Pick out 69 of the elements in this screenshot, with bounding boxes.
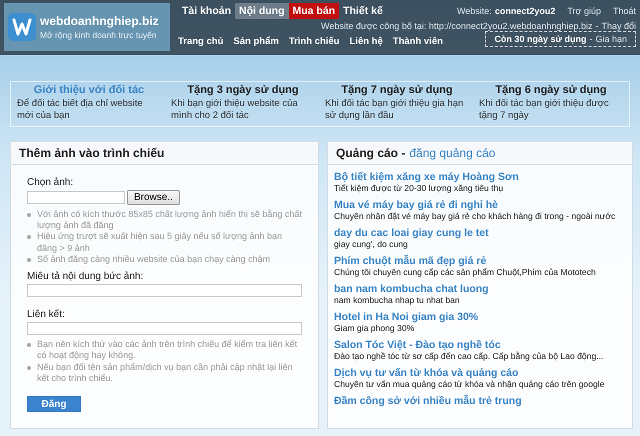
- header-link[interactable]: Trợ giúp: [567, 6, 601, 16]
- promo-text: Khi đối tác bạn giới thiệu gia hạn sử dụng lần đầu: [325, 98, 464, 122]
- separator-text: -: [589, 34, 592, 44]
- field-label: Miêu tả nội dung bức ảnh:: [27, 271, 144, 282]
- description-field[interactable]: [27, 284, 302, 297]
- ad-title-link[interactable]: Đầm công sở với nhiều mẫu trẻ trung: [334, 394, 626, 407]
- ad-title-link[interactable]: Mua vé máy bay giá rẻ đi nghỉ hè: [334, 198, 626, 211]
- ad-description: Chuyên nhận đặt vé máy bay giá rẻ cho khách hàng đi trong - ngoài nước: [334, 210, 616, 221]
- ad-description: Chuyên tư vấn mua quảng cáo từ khóa và nhận quảng cáo trên google: [334, 378, 604, 389]
- nav-link[interactable]: Sản phẩm: [233, 36, 279, 46]
- promo-text: Khi bạn giới thiệu website của mình cho 2 đối tác: [171, 98, 299, 122]
- hint-text: Hiệu ứng trượt sẽ xuất hiện sau 5 giây nếu số lượng ảnh bạn đăng > 9 ảnh: [37, 231, 284, 254]
- ad-description: Giam gia phong 30%: [334, 322, 414, 333]
- hint-text: Số ảnh đăng càng nhiều website của bạn chạy càng chậm: [37, 254, 270, 265]
- promo-title[interactable]: Giới thiệu với đối tác: [17, 84, 161, 96]
- panel-title: Quảng cáo -: [336, 146, 406, 160]
- bullet-icon: [27, 258, 31, 262]
- ad-description: Đào tạo nghề tóc từ sơ cấp đến cao cấp. Cấp bằng của bộ Lao động...: [334, 350, 604, 361]
- ad-description: Chúng tôi chuyên cung cấp các sản phẩm Chuột,Phím của Mototech: [334, 266, 596, 277]
- ad-title-link[interactable]: day du cac loai giay cung le tet: [334, 226, 626, 239]
- website-label: Website:: [456, 6, 492, 16]
- ad-description: giay cung', do cung: [334, 238, 408, 249]
- separator-text: -: [595, 21, 598, 31]
- hint-text: Với ảnh có kích thước 85x85 chất lượng ảnh hiển thị sẽ bằng chất lượng ảnh đã đăng: [37, 208, 302, 232]
- ad-title-link[interactable]: ban nam kombucha chat luong: [334, 282, 626, 295]
- promo-title: Tặng 6 ngày sử dụng: [494, 84, 608, 96]
- bullet-icon: [27, 212, 31, 217]
- promo-title: Tặng 3 ngày sử dụng: [186, 84, 300, 96]
- logo-icon: [8, 13, 36, 41]
- top-tab[interactable]: Tài khoản: [178, 3, 236, 19]
- promo-title: Tặng 7 ngày sử dụng: [340, 84, 454, 96]
- trial-text: Còn 30 ngày sử dụng: [494, 34, 586, 44]
- ad-description: Tiết kiệm được từ 20-30 lượng xăng tiêu thụ: [334, 182, 504, 193]
- field-label: Chọn ảnh:: [27, 176, 74, 188]
- logo-tagline: Mở rộng kinh doanh trực tuyến: [40, 30, 158, 40]
- hint-text: Bạn nên kích thử vào các ảnh trên trình chiếu để kiểm tra liên kết có hoạt động hay không.: [37, 339, 298, 362]
- browse-button[interactable]: Browse..: [127, 190, 180, 205]
- nav-link[interactable]: Thành viên: [392, 36, 443, 46]
- bullet-icon: [27, 343, 31, 347]
- header-link[interactable]: Thoát: [612, 6, 636, 16]
- hint-text: Nếu bạn đổi tên sản phẩm/dịch vụ bạn cần phải cập nhật lại liên kết cho trình chiếu.: [37, 362, 294, 384]
- top-tab[interactable]: Thiết kế: [339, 3, 387, 19]
- ad-description: nam kombucha nhap tu nhat ban: [334, 294, 460, 305]
- ad-title-link[interactable]: Dịch vụ tư vấn từ khóa và quảng cáo: [334, 366, 626, 379]
- logo-title: webdoanhnghiep.biz: [40, 14, 159, 28]
- top-tab[interactable]: Mua bán: [288, 3, 340, 19]
- ad-title-link[interactable]: Salon Tóc Việt - Đào tạo nghề tóc: [334, 338, 626, 351]
- ad-title-link[interactable]: Phím chuột mẫu mã đẹp giá rẻ: [334, 254, 626, 267]
- logo-block[interactable]: webdoanhnghiep.biz Mở rộng kinh doanh trực tuyến: [4, 3, 170, 51]
- link-field[interactable]: [27, 322, 302, 335]
- panel-title: Thêm ảnh vào trình chiếu: [19, 146, 164, 160]
- account-name: connect2you2: [494, 6, 556, 16]
- top-tab[interactable]: Nội dung: [235, 3, 289, 19]
- submit-button[interactable]: Đăng: [27, 396, 81, 412]
- field-label: Liên kết:: [27, 309, 66, 320]
- renew-link[interactable]: Gia hạn: [595, 34, 627, 44]
- nav-link[interactable]: Trình chiếu: [288, 36, 340, 46]
- post-ad-link[interactable]: đăng quảng cáo: [409, 146, 496, 160]
- bullet-icon: [27, 366, 31, 370]
- ad-title-link[interactable]: Bộ tiết kiệm xăng xe máy Hoàng Sơn: [334, 170, 626, 183]
- nav-link[interactable]: Liên hệ: [350, 36, 383, 46]
- nav-link[interactable]: Trang chủ: [178, 36, 224, 46]
- ad-title-link[interactable]: Hotel in Ha Noi giam gia 30%: [334, 310, 626, 323]
- change-link[interactable]: Thay đổi: [601, 21, 636, 31]
- published-url: Website được công bố tại: http://connect2you2.webdoanhnghiep.biz: [321, 21, 592, 31]
- bullet-icon: [27, 235, 31, 240]
- promo-text: Khi đối tác bạn giới thiệu được tặng 7 ngày: [479, 98, 610, 122]
- promo-text: Để đối tác biết địa chỉ website mới của bạn: [17, 98, 144, 122]
- file-field[interactable]: [27, 190, 125, 204]
